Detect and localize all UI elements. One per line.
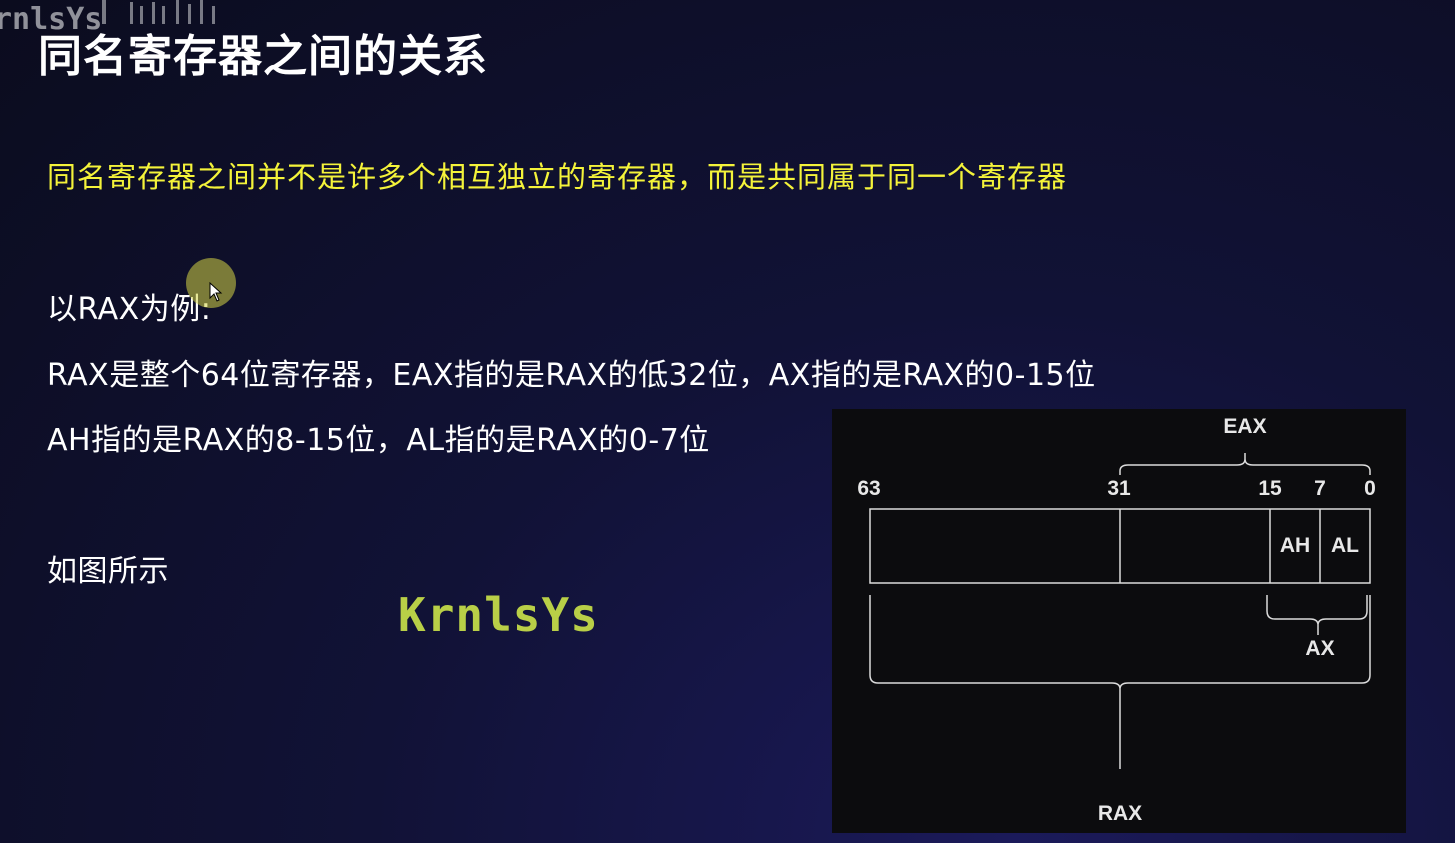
ah-al-text: AH指的是RAX的8-15位，AL指的是RAX的0-7位 [47,423,710,458]
rax-eax-ax-text: RAX是整个64位寄存器，EAX指的是RAX的低32位，AX指的是RAX的0-1… [47,358,1096,393]
ax-brace [1266,595,1368,635]
register-diagram-graphic [869,453,1371,769]
cell-ah: AH [1279,534,1311,557]
ax-label: AX [1305,637,1335,660]
page-title: 同名寄存器之间的关系 [38,31,488,82]
cell-al: AL [1331,534,1359,557]
watermark-center: KrnlsYs [398,588,599,642]
mouse-cursor-icon [209,282,223,302]
bit-label-31: 31 [1107,477,1131,500]
eax-brace [1119,453,1371,475]
bit-label-0: 0 [1364,477,1376,500]
subtitle-text: 同名寄存器之间并不是许多个相互独立的寄存器，而是共同属于同一个寄存器 [47,160,1068,194]
rax-brace [869,595,1371,769]
rax-label: RAX [1097,802,1143,825]
bit-label-63: 63 [857,477,881,500]
bit-label-7: 7 [1314,477,1326,500]
bit-label-15: 15 [1258,477,1282,500]
eax-label: EAX [1223,415,1267,438]
register-diagram: EAX 63 31 15 7 0 AH AL AX RAX [832,409,1406,833]
see-figure-text: 如图所示 [47,554,169,589]
